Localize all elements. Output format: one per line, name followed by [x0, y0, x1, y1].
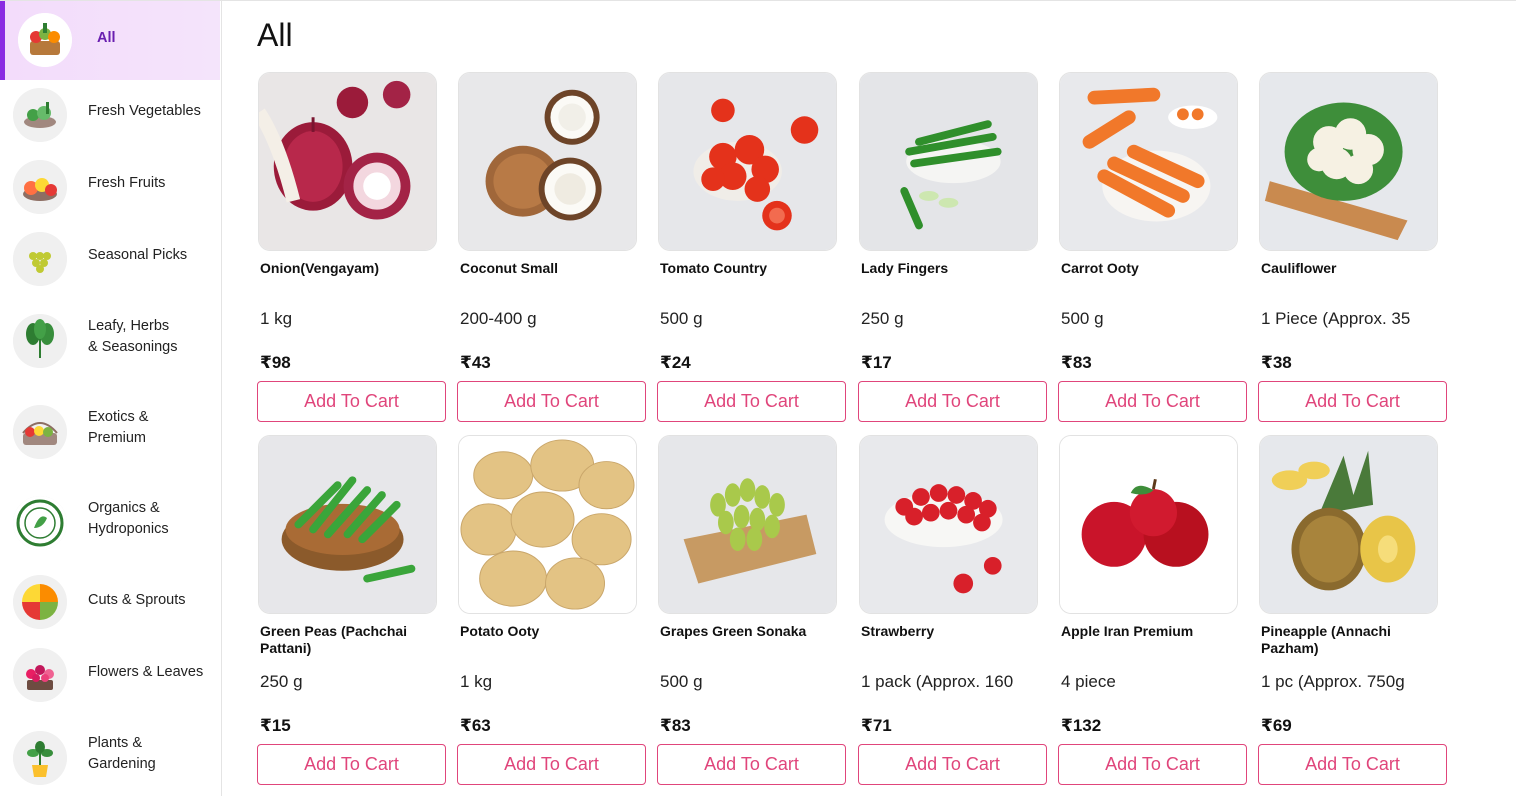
product-quantity: 1 kg — [460, 672, 493, 691]
add-to-cart-button[interactable]: Add To Cart — [457, 744, 646, 785]
add-to-cart-button[interactable]: Add To Cart — [657, 381, 846, 422]
add-to-cart-button[interactable]: Add To Cart — [257, 744, 446, 785]
category-label: Leafy, Herbs & Seasonings — [88, 318, 178, 355]
category-plants-gardening[interactable]: Plants & Gardening — [0, 711, 220, 796]
category-label: All — [97, 30, 116, 46]
product-name: Potato Ooty — [460, 623, 540, 639]
category-leafy-herbs[interactable]: Leafy, Herbs & Seasonings — [0, 296, 220, 386]
product-quantity: 500 g — [660, 309, 703, 328]
product-name: Onion(Vengayam) — [260, 260, 380, 276]
page-title: All — [257, 17, 293, 53]
product-name: Cauliflower — [1261, 260, 1337, 276]
category-all[interactable]: All — [0, 1, 220, 80]
product-price: ₹69 — [1261, 716, 1292, 735]
product-price: ₹71 — [861, 716, 892, 735]
product-price: ₹83 — [660, 716, 691, 735]
add-to-cart-button[interactable]: Add To Cart — [858, 381, 1047, 422]
category-label: Plants & Gardening — [88, 735, 156, 772]
product-name: Apple Iran Premium — [1061, 623, 1194, 639]
tomato-icon[interactable] — [658, 72, 837, 251]
category-label: Flowers & Leaves — [88, 664, 204, 680]
peas-icon[interactable] — [258, 435, 437, 614]
product-quantity: 1 pc (Approx. 750g — [1261, 672, 1405, 691]
product-quantity: 1 pack (Approx. 160 — [861, 672, 1014, 691]
product-name: Coconut Small — [460, 260, 559, 276]
category-organics[interactable]: Organics & Hydroponics — [0, 478, 220, 568]
product-price: ₹43 — [460, 353, 491, 372]
product-quantity: 250 g — [260, 672, 303, 691]
organic-badge-icon — [13, 496, 67, 550]
basket-icon — [18, 13, 72, 67]
product-quantity: 1 kg — [260, 309, 293, 328]
category-cuts-sprouts[interactable]: Cuts & Sprouts — [0, 568, 220, 636]
product-price: ₹98 — [260, 353, 291, 372]
onion-icon[interactable] — [258, 72, 437, 251]
product-area: All Onion(Vengayam) 1 kg ₹98 Add To Cart… — [222, 0, 1516, 796]
product-price: ₹132 — [1061, 716, 1102, 735]
category-flowers-leaves[interactable]: Flowers & Leaves — [0, 636, 220, 711]
product-name: Grapes Green Sonaka — [660, 623, 807, 639]
product-name: Tomato Country — [660, 260, 768, 276]
grapes-icon[interactable] — [658, 435, 837, 614]
product-quantity: 1 Piece (Approx. 35 — [1261, 309, 1411, 328]
add-to-cart-button[interactable]: Add To Cart — [457, 381, 646, 422]
product-price: ₹83 — [1061, 353, 1092, 372]
flowers-icon — [13, 648, 67, 702]
product-price: ₹15 — [260, 716, 291, 735]
product-quantity: 4 piece — [1061, 672, 1116, 691]
add-to-cart-button[interactable]: Add To Cart — [1058, 381, 1247, 422]
potato-icon[interactable] — [458, 435, 637, 614]
product-quantity: 500 g — [660, 672, 703, 691]
spinach-icon — [13, 314, 67, 368]
product-name: Pineapple (Annachi Pazham) — [1261, 623, 1391, 656]
product-price: ₹63 — [460, 716, 491, 735]
carrot-icon[interactable] — [1059, 72, 1238, 251]
category-label: Exotics & Premium — [88, 409, 149, 446]
category-sidebar: All Fresh Vegetables Fresh Fruits Season… — [0, 0, 222, 796]
add-to-cart-button[interactable]: Add To Cart — [257, 381, 446, 422]
potted-plant-icon — [13, 731, 67, 785]
okra-icon[interactable] — [859, 72, 1038, 251]
category-fresh-fruits[interactable]: Fresh Fruits — [0, 152, 220, 224]
category-label: Fresh Fruits — [88, 175, 166, 191]
vegetables-icon — [13, 88, 67, 142]
product-name: Lady Fingers — [861, 260, 949, 276]
category-seasonal-picks[interactable]: Seasonal Picks — [0, 224, 220, 296]
cauliflower-icon[interactable] — [1259, 72, 1438, 251]
category-fresh-vegetables[interactable]: Fresh Vegetables — [0, 80, 220, 152]
add-to-cart-button[interactable]: Add To Cart — [657, 744, 846, 785]
category-label: Organics & Hydroponics — [88, 500, 169, 537]
add-to-cart-button[interactable]: Add To Cart — [1258, 381, 1447, 422]
add-to-cart-button[interactable]: Add To Cart — [1058, 744, 1247, 785]
product-quantity: 500 g — [1061, 309, 1104, 328]
fruits-icon — [13, 160, 67, 214]
pineapple-icon[interactable] — [1259, 435, 1438, 614]
strawberry-icon[interactable] — [859, 435, 1038, 614]
product-name: Carrot Ooty — [1061, 260, 1139, 276]
add-to-cart-button[interactable]: Add To Cart — [1258, 744, 1447, 785]
exotic-basket-icon — [13, 405, 67, 459]
coconut-icon[interactable] — [458, 72, 637, 251]
category-label: Seasonal Picks — [88, 247, 188, 263]
category-exotics-premium[interactable]: Exotics & Premium — [0, 386, 220, 478]
product-quantity: 200-400 g — [460, 309, 537, 328]
add-to-cart-button[interactable]: Add To Cart — [858, 744, 1047, 785]
category-label: Cuts & Sprouts — [88, 592, 186, 608]
product-price: ₹17 — [861, 353, 892, 372]
product-price: ₹24 — [660, 353, 691, 372]
category-label: Fresh Vegetables — [88, 103, 201, 119]
product-quantity: 250 g — [861, 309, 904, 328]
apple-icon[interactable] — [1059, 435, 1238, 614]
cut-fruit-bowl-icon — [13, 575, 67, 629]
product-name: Green Peas (Pachchai Pattani) — [260, 623, 408, 656]
product-name: Strawberry — [861, 623, 935, 639]
grapes-icon — [13, 232, 67, 286]
product-price: ₹38 — [1261, 353, 1292, 372]
